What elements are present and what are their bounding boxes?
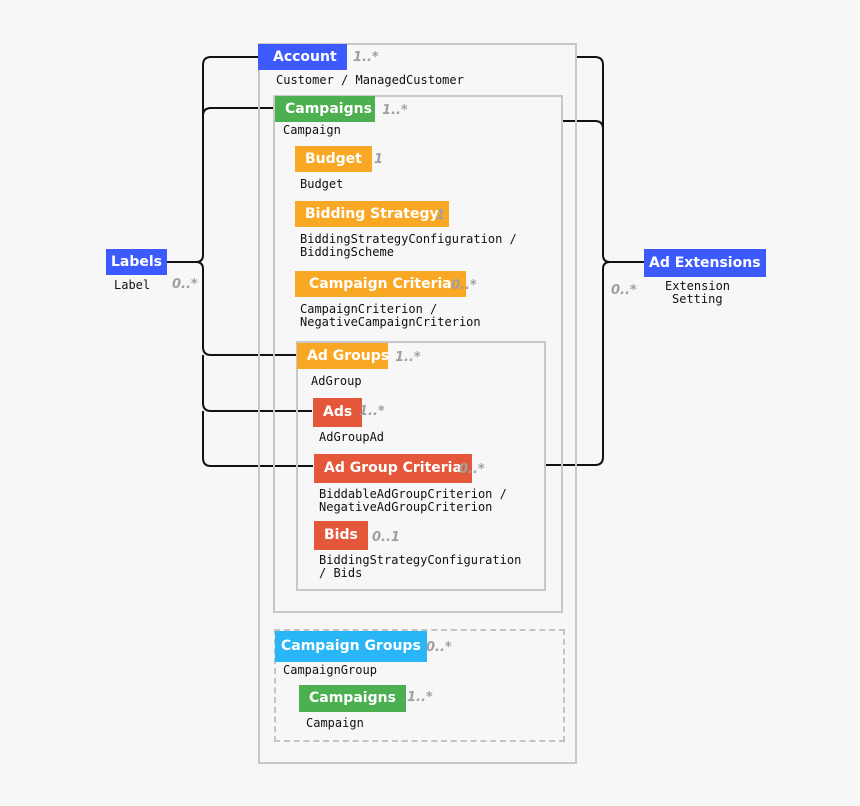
campaigns-multiplicity: 1..* xyxy=(382,103,408,118)
campaign-criteria-class-line2: NegativeCampaignCriterion xyxy=(300,315,481,329)
budget-class: Budget xyxy=(300,177,344,191)
account-multiplicity: 1..* xyxy=(353,50,379,65)
ad-group-criteria-class-line2: NegativeAdGroupCriterion xyxy=(319,500,493,514)
labels-badge[interactable]: Labels xyxy=(106,249,168,275)
campaign-groups-class: CampaignGroup xyxy=(283,663,377,677)
bidding-strategy-class-line2: BiddingScheme xyxy=(300,245,394,259)
budget-badge[interactable]: Budget xyxy=(295,146,372,172)
ad-groups-multiplicity: 1..* xyxy=(395,350,421,365)
labels-class: Label xyxy=(114,278,151,292)
campaign-groups-multiplicity: 0..* xyxy=(426,640,452,655)
campaigns-badge[interactable]: Campaigns xyxy=(275,96,375,122)
labels-multiplicity: 0..* xyxy=(172,277,198,292)
campaign-groups-campaigns-multiplicity: 1..* xyxy=(407,690,433,705)
ad-group-criteria-multiplicity: 0..* xyxy=(459,462,485,477)
bids-badge[interactable]: Bids xyxy=(314,521,368,550)
ad-groups-badge[interactable]: Ad Groups xyxy=(297,343,389,369)
ad-extensions-multiplicity: 0..* xyxy=(611,283,637,298)
ads-badge[interactable]: Ads xyxy=(313,398,363,427)
campaigns-class: Campaign xyxy=(283,123,341,137)
account-class: Customer / ManagedCustomer xyxy=(276,73,464,87)
campaign-criteria-multiplicity: 0..* xyxy=(451,278,477,293)
ad-groups-class: AdGroup xyxy=(311,374,362,388)
campaign-groups-badge[interactable]: Campaign Groups xyxy=(275,631,427,662)
campaign-groups-campaigns-badge[interactable]: Campaigns xyxy=(299,685,406,712)
ad-extensions-connector-account xyxy=(576,56,611,263)
bidding-strategy-badge[interactable]: Bidding Strategy xyxy=(295,201,449,227)
ads-class: AdGroupAd xyxy=(319,430,385,444)
bidding-strategy-multiplicity: 1 xyxy=(436,208,446,223)
bids-class-line2: / Bids xyxy=(319,566,363,580)
ads-multiplicity: 1..* xyxy=(359,404,385,419)
ad-extensions-badge[interactable]: Ad Extensions xyxy=(644,249,766,277)
ad-group-criteria-badge[interactable]: Ad Group Criteria xyxy=(314,454,472,483)
bids-multiplicity: 0..1 xyxy=(372,530,400,545)
ad-extensions-class-line2: Setting xyxy=(672,292,723,306)
campaign-groups-campaigns-class: Campaign xyxy=(306,716,364,730)
campaign-criteria-badge[interactable]: Campaign Criteria xyxy=(295,271,466,297)
budget-multiplicity: 1 xyxy=(374,152,384,167)
account-badge[interactable]: Account xyxy=(258,44,347,70)
labels-connector-account xyxy=(195,56,258,263)
